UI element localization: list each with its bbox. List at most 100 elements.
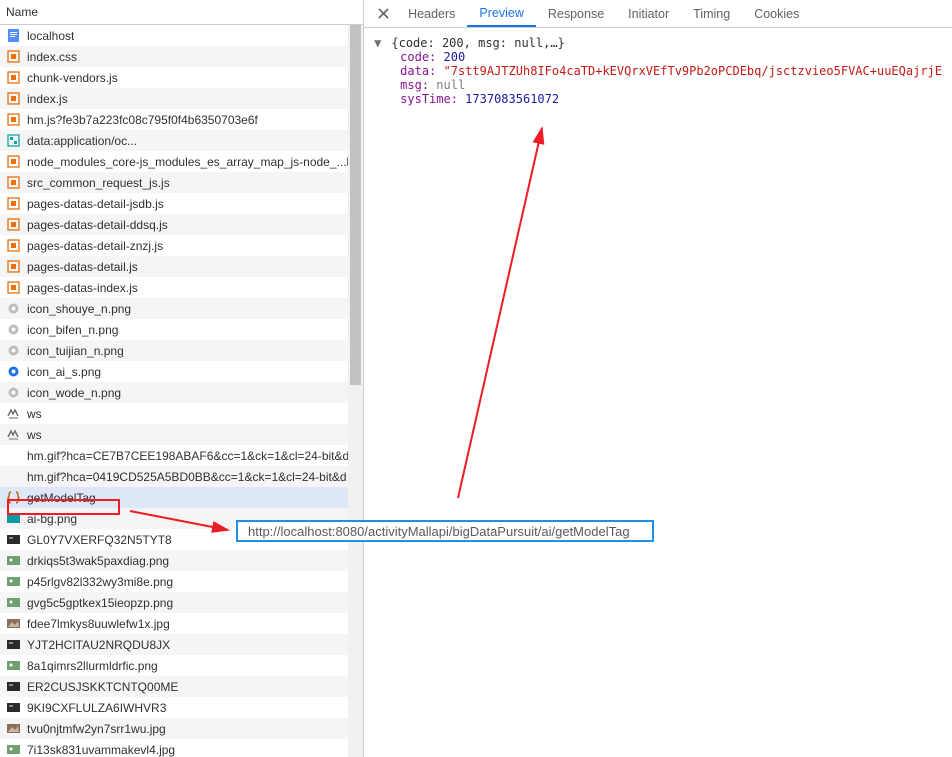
none-icon bbox=[6, 448, 21, 463]
thumb-photo-icon bbox=[6, 721, 21, 736]
request-name: pages-datas-detail.js bbox=[27, 260, 138, 274]
request-name: 8a1qimrs2llurmldrfic.png bbox=[27, 659, 158, 673]
request-row[interactable]: 7i13sk831uvammakevl4.jpg bbox=[0, 739, 363, 757]
request-row[interactable]: icon_wode_n.png bbox=[0, 382, 363, 403]
preview-field-systime[interactable]: sysTime: 1737083561072 bbox=[374, 92, 942, 106]
json-key: data bbox=[400, 64, 429, 78]
request-row[interactable]: p45rlgv82l332wy3mi8e.png bbox=[0, 571, 363, 592]
request-row[interactable]: ws bbox=[0, 403, 363, 424]
request-row[interactable]: GL0Y7VXERFQ32N5TYT8 bbox=[0, 529, 363, 550]
request-row[interactable]: 9KI9CXFLULZA6IWHVR3 bbox=[0, 697, 363, 718]
request-row[interactable]: pages-datas-detail-ddsq.js bbox=[0, 214, 363, 235]
request-row[interactable]: YJT2HCITAU2NRQDU8JX bbox=[0, 634, 363, 655]
tab-response[interactable]: Response bbox=[536, 0, 616, 27]
request-row[interactable]: pages-datas-index.js bbox=[0, 277, 363, 298]
request-list[interactable]: localhost index.css chunk-vendors.js index.… bbox=[0, 25, 363, 757]
preview-field-data[interactable]: data: "7stt9AJTZUh8IFo4caTD+kEVQrxVEfTv9… bbox=[374, 64, 942, 78]
disclosure-triangle-icon[interactable]: ▼ bbox=[374, 36, 384, 50]
request-name: index.js bbox=[27, 92, 68, 106]
request-row[interactable]: chunk-vendors.js bbox=[0, 67, 363, 88]
request-detail-panel: HeadersPreviewResponseInitiatorTimingCoo… bbox=[364, 0, 952, 757]
img-teal-icon bbox=[6, 511, 21, 526]
request-name: pages-datas-detail-ddsq.js bbox=[27, 218, 168, 232]
request-row[interactable]: src_common_request_js.js bbox=[0, 172, 363, 193]
close-detail-button[interactable] bbox=[370, 0, 396, 27]
request-row[interactable]: gvg5c5gptkex15ieopzp.png bbox=[0, 592, 363, 613]
request-name: getModelTag bbox=[27, 491, 96, 505]
tab-headers[interactable]: Headers bbox=[396, 0, 467, 27]
request-row[interactable]: index.css bbox=[0, 46, 363, 67]
close-icon bbox=[378, 8, 389, 19]
preview-field-code[interactable]: code: 200 bbox=[374, 50, 942, 64]
request-row[interactable]: index.js bbox=[0, 88, 363, 109]
preview-field-msg[interactable]: msg: null bbox=[374, 78, 942, 92]
css-orange-icon bbox=[6, 49, 21, 64]
request-row[interactable]: ws bbox=[0, 424, 363, 445]
thumb-dark-icon bbox=[6, 700, 21, 715]
request-name: index.css bbox=[27, 50, 77, 64]
request-row[interactable]: fdee7lmkys8uuwlefw1x.jpg bbox=[0, 613, 363, 634]
vertical-scrollbar[interactable] bbox=[348, 25, 363, 757]
scrollbar-thumb[interactable] bbox=[350, 25, 361, 385]
request-row[interactable]: tvu0njtmfw2yn7srr1wu.jpg bbox=[0, 718, 363, 739]
js-orange-icon bbox=[6, 280, 21, 295]
request-name: YJT2HCITAU2NRQDU8JX bbox=[27, 638, 170, 652]
request-row[interactable]: drkiqs5t3wak5paxdiag.png bbox=[0, 550, 363, 571]
request-row[interactable]: icon_ai_s.png bbox=[0, 361, 363, 382]
js-orange-icon bbox=[6, 154, 21, 169]
request-row[interactable]: getModelTag bbox=[0, 487, 363, 508]
request-name: pages-datas-detail-jsdb.js bbox=[27, 197, 164, 211]
request-row[interactable]: icon_shouye_n.png bbox=[0, 298, 363, 319]
tab-preview[interactable]: Preview bbox=[467, 0, 535, 27]
ws-icon bbox=[6, 427, 21, 442]
data-teal-icon bbox=[6, 133, 21, 148]
request-name: src_common_request_js.js bbox=[27, 176, 170, 190]
request-row[interactable]: localhost bbox=[0, 25, 363, 46]
ws-icon bbox=[6, 406, 21, 421]
thumb-mid-icon bbox=[6, 595, 21, 610]
request-name: hm.gif?hca=0419CD525A5BD0BB&cc=1&ck=1&cl… bbox=[27, 470, 363, 484]
request-row[interactable]: pages-datas-detail.js bbox=[0, 256, 363, 277]
js-orange-icon bbox=[6, 238, 21, 253]
request-row[interactable]: data:application/oc... bbox=[0, 130, 363, 151]
preview-summary-line[interactable]: ▼ {code: 200, msg: null,…} bbox=[374, 36, 942, 50]
request-row[interactable]: hm.gif?hca=CE7B7CEE198ABAF6&cc=1&ck=1&cl… bbox=[0, 445, 363, 466]
request-name: tvu0njtmfw2yn7srr1wu.jpg bbox=[27, 722, 166, 736]
json-key: msg bbox=[400, 78, 422, 92]
thumb-mid-icon bbox=[6, 658, 21, 673]
preview-text: 200 bbox=[442, 36, 464, 50]
request-name: node_modules_core-js_modules_es_array_ma… bbox=[27, 155, 363, 169]
request-row[interactable]: pages-datas-detail-jsdb.js bbox=[0, 193, 363, 214]
request-name: ws bbox=[27, 428, 42, 442]
request-row[interactable]: icon_bifen_n.png bbox=[0, 319, 363, 340]
request-row[interactable]: ER2CUSJSKKTCNTQ00ME bbox=[0, 676, 363, 697]
request-name: chunk-vendors.js bbox=[27, 71, 118, 85]
request-name: pages-datas-index.js bbox=[27, 281, 138, 295]
request-row[interactable]: ai-bg.png bbox=[0, 508, 363, 529]
js-orange-icon bbox=[6, 196, 21, 211]
request-row[interactable]: node_modules_core-js_modules_es_array_ma… bbox=[0, 151, 363, 172]
request-name: 7i13sk831uvammakevl4.jpg bbox=[27, 743, 175, 757]
none-icon bbox=[6, 469, 21, 484]
tab-timing[interactable]: Timing bbox=[681, 0, 742, 27]
tab-cookies[interactable]: Cookies bbox=[742, 0, 811, 27]
request-name: icon_ai_s.png bbox=[27, 365, 101, 379]
request-name: hm.gif?hca=CE7B7CEE198ABAF6&cc=1&ck=1&cl… bbox=[27, 449, 363, 463]
thumb-mid-icon bbox=[6, 553, 21, 568]
js-orange-icon bbox=[6, 70, 21, 85]
column-header-name[interactable]: Name bbox=[0, 0, 363, 25]
request-name: icon_shouye_n.png bbox=[27, 302, 131, 316]
tab-initiator[interactable]: Initiator bbox=[616, 0, 681, 27]
json-value: 200 bbox=[444, 50, 466, 64]
request-name: p45rlgv82l332wy3mi8e.png bbox=[27, 575, 173, 589]
request-row[interactable]: icon_tuijian_n.png bbox=[0, 340, 363, 361]
request-row[interactable]: pages-datas-detail-znzj.js bbox=[0, 235, 363, 256]
request-name: 9KI9CXFLULZA6IWHVR3 bbox=[27, 701, 166, 715]
network-request-list-panel: Name localhost index.css chunk-vendors.js i… bbox=[0, 0, 364, 757]
request-row[interactable]: 8a1qimrs2llurmldrfic.png bbox=[0, 655, 363, 676]
preview-body[interactable]: ▼ {code: 200, msg: null,…} code: 200 dat… bbox=[364, 28, 952, 757]
request-row[interactable]: hm.gif?hca=0419CD525A5BD0BB&cc=1&ck=1&cl… bbox=[0, 466, 363, 487]
thumb-photo-icon bbox=[6, 616, 21, 631]
request-row[interactable]: hm.js?fe3b7a223fc08c795f0f4b6350703e6f bbox=[0, 109, 363, 130]
request-name: hm.js?fe3b7a223fc08c795f0f4b6350703e6f bbox=[27, 113, 258, 127]
